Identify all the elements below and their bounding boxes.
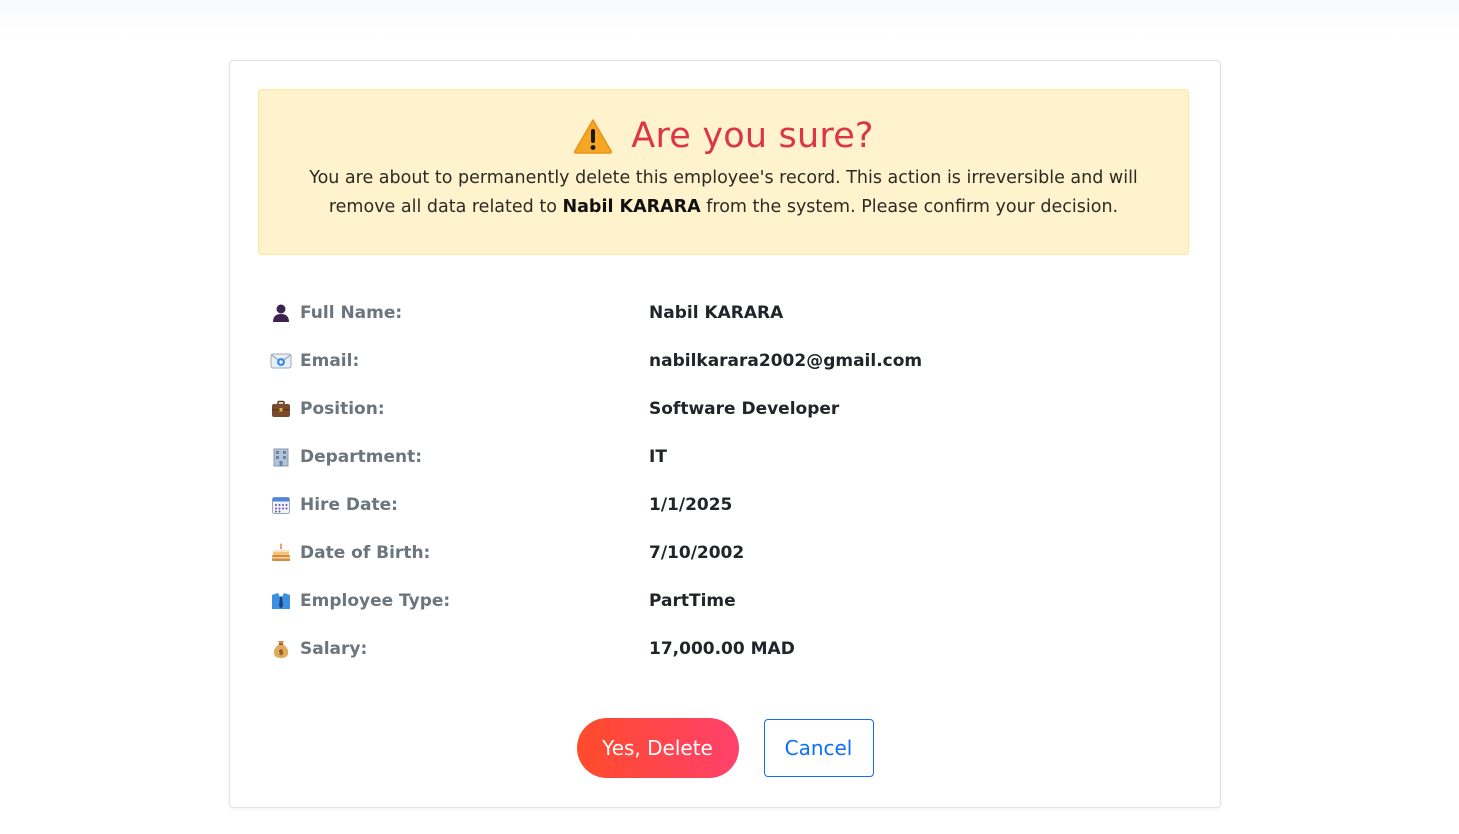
detail-row-salary: $ Salary: 17,000.00 MAD	[270, 625, 1170, 673]
detail-value: nabilkarara2002@gmail.com	[649, 351, 923, 371]
detail-value: 1/1/2025	[649, 495, 733, 515]
svg-text:$: $	[279, 649, 284, 657]
top-strip	[0, 0, 1459, 36]
detail-label: Employee Type:	[300, 591, 451, 611]
detail-label: Email:	[300, 351, 360, 371]
necktie-icon	[270, 590, 292, 612]
detail-row-full-name: Full Name: Nabil KARARA	[270, 289, 1170, 337]
cancel-button[interactable]: Cancel	[763, 719, 874, 777]
detail-value: IT	[649, 447, 667, 467]
detail-label: Date of Birth:	[300, 543, 431, 563]
employee-details: Full Name: Nabil KARARA Email: nabilkara…	[270, 289, 1170, 673]
detail-row-position: Position: Software Developer	[270, 385, 1170, 433]
person-icon	[270, 302, 292, 324]
yes-delete-button[interactable]: Yes, Delete	[576, 718, 739, 778]
detail-label: Hire Date:	[300, 495, 398, 515]
warning-icon	[573, 118, 613, 154]
warning-alert: Are you sure? You are about to permanent…	[258, 89, 1189, 255]
detail-value: Software Developer	[649, 399, 840, 419]
alert-heading: Are you sure?	[631, 116, 874, 156]
detail-label: Position:	[300, 399, 385, 419]
detail-value: Nabil KARARA	[649, 303, 784, 323]
alert-employee-name: Nabil KARARA	[562, 197, 701, 217]
alert-title: Are you sure?	[259, 112, 1188, 160]
birthday-cake-icon	[270, 542, 292, 564]
detail-row-hire-date: Hire Date: 1/1/2025	[270, 481, 1170, 529]
detail-value: 17,000.00 MAD	[649, 639, 795, 659]
detail-label: Department:	[300, 447, 423, 467]
detail-row-employee-type: Employee Type: PartTime	[270, 577, 1170, 625]
alert-message: You are about to permanently delete this…	[274, 164, 1174, 222]
detail-row-email: Email: nabilkarara2002@gmail.com	[270, 337, 1170, 385]
detail-label: Salary:	[300, 639, 368, 659]
detail-row-date-of-birth: Date of Birth: 7/10/2002	[270, 529, 1170, 577]
detail-row-department: Department: IT	[270, 433, 1170, 481]
office-building-icon	[270, 446, 292, 468]
detail-value: 7/10/2002	[649, 543, 745, 563]
alert-message-end: from the system. Please confirm your dec…	[700, 197, 1119, 217]
briefcase-icon	[270, 398, 292, 420]
detail-label: Full Name:	[300, 303, 403, 323]
money-bag-icon: $	[270, 638, 292, 660]
email-icon	[270, 350, 292, 372]
action-buttons: Yes, Delete Cancel	[230, 718, 1220, 778]
calendar-icon	[270, 494, 292, 516]
delete-confirmation-card: Are you sure? You are about to permanent…	[229, 60, 1221, 808]
detail-value: PartTime	[649, 591, 736, 611]
